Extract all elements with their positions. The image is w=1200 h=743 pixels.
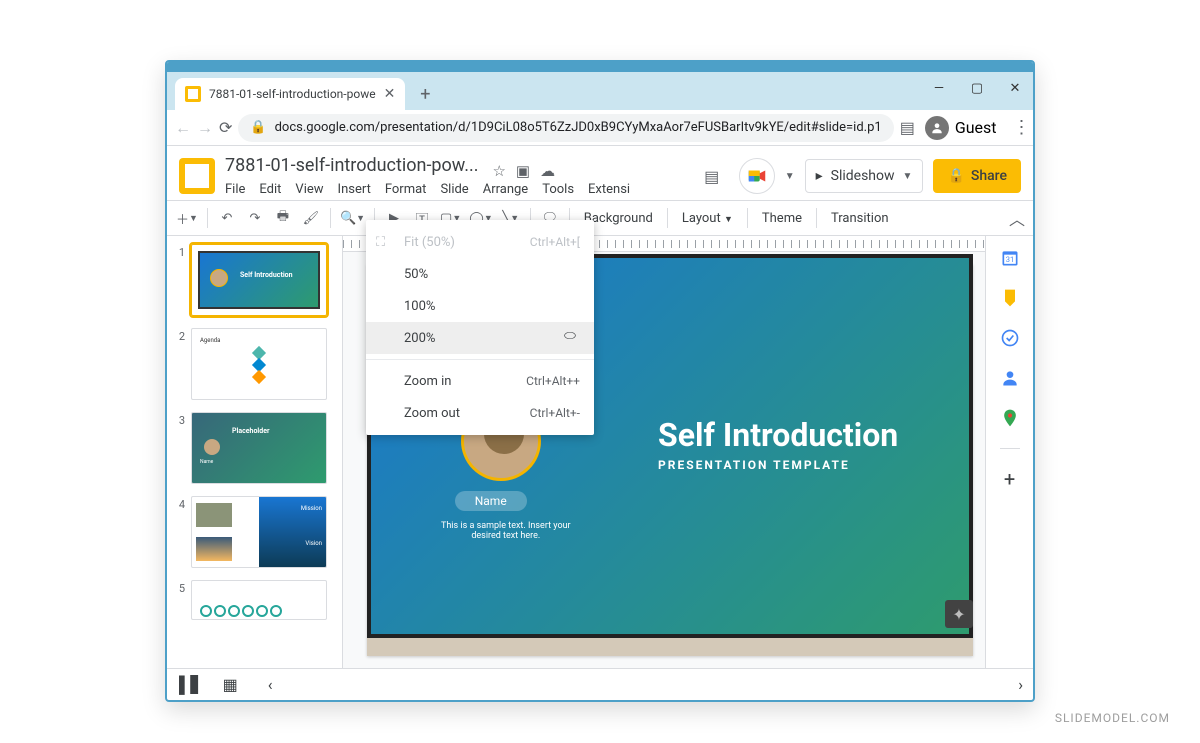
menu-slide[interactable]: Slide [440, 182, 468, 197]
avatar-icon [925, 116, 949, 140]
lock-icon: 🔒 [250, 120, 266, 135]
browser-menu-icon[interactable]: ⋮ [1007, 117, 1035, 138]
theme-button[interactable]: Theme [754, 211, 810, 226]
watermark: SLIDEMODEL.COM [1055, 711, 1170, 725]
menu-insert[interactable]: Insert [338, 182, 371, 197]
menu-bar: File Edit View Insert Format Slide Arran… [225, 182, 685, 197]
slideshow-label: Slideshow [831, 168, 895, 184]
menu-arrange[interactable]: Arrange [483, 182, 528, 197]
new-tab-button[interactable]: + [413, 82, 437, 106]
menu-tools[interactable]: Tools [542, 182, 574, 197]
profile-chip[interactable]: Guest [921, 114, 1001, 142]
svg-text:31: 31 [1005, 255, 1013, 264]
menu-edit[interactable]: Edit [259, 182, 281, 197]
undo-button[interactable]: ↶ [214, 205, 240, 231]
guest-label: Guest [955, 118, 997, 137]
back-button[interactable]: ← [175, 114, 191, 142]
forward-button[interactable]: → [197, 114, 213, 142]
cloud-icon[interactable]: ☁ [540, 162, 555, 180]
omnibox[interactable]: 🔒 docs.google.com/presentation/d/1D9CiL0… [238, 114, 893, 142]
slide-thumb-2[interactable]: Agenda [191, 328, 327, 400]
slide-title: Self Introduction [658, 416, 898, 454]
zoom-200[interactable]: 200% ⬭ [366, 322, 594, 354]
print-button[interactable]: 🖶 [270, 205, 296, 231]
keep-icon[interactable] [1000, 288, 1020, 308]
slides-favicon [185, 86, 201, 102]
comments-icon[interactable]: ▤ [695, 159, 729, 193]
sample-text: This is a sample text. Insert your desir… [431, 521, 581, 541]
slide-thumb-4[interactable]: MissionVision [191, 496, 327, 568]
footer-bar: ▌▋ ▦ ‹ › [167, 668, 1033, 700]
menu-view[interactable]: View [295, 182, 323, 197]
new-slide-button[interactable]: ＋ ▼ [173, 205, 201, 231]
toolbar: ＋ ▼ ↶ ↷ 🖶 🖌 🔍 ▼ ▶ 🅃 ▢ ▼ ◯ ▼ ╲ ▼ 🗨 Backgr… [167, 200, 1033, 236]
reader-icon[interactable]: ▤ [900, 114, 915, 142]
contacts-icon[interactable] [1000, 368, 1020, 388]
app-header: 7881-01-self-introduction-pow... ☆ ▣ ☁ F… [167, 146, 1033, 200]
grid-view-icon[interactable]: ▦ [223, 675, 238, 694]
cursor-icon: ⬭ [564, 328, 576, 344]
maps-icon[interactable] [1000, 408, 1020, 428]
zoom-out[interactable]: Zoom outCtrl+Alt+- [366, 397, 594, 429]
name-label: Name [455, 491, 527, 511]
side-panel: 31 + [985, 236, 1033, 668]
reload-button[interactable]: ⟳ [219, 114, 232, 142]
tasks-icon[interactable] [1000, 328, 1020, 348]
tab-strip: 7881-01-self-introduction-powe ✕ + — ▢ ✕ [167, 72, 1033, 110]
close-button[interactable]: ✕ [1003, 76, 1027, 100]
title-block: 7881-01-self-introduction-pow... ☆ ▣ ☁ F… [225, 155, 685, 198]
doc-title[interactable]: 7881-01-self-introduction-pow... [225, 155, 478, 176]
slides-logo[interactable] [179, 158, 215, 194]
slide-thumb-5[interactable] [191, 580, 327, 620]
transition-button[interactable]: Transition [823, 211, 897, 226]
fit-icon: ⛶ [376, 235, 385, 250]
menu-file[interactable]: File [225, 182, 245, 197]
collapse-panel-icon[interactable]: ‹ [268, 675, 273, 694]
zoom-100[interactable]: 100% [366, 290, 594, 322]
calendar-icon[interactable]: 31 [1000, 248, 1020, 268]
slide-thumb-1[interactable]: Self Introduction [191, 244, 327, 316]
layout-button[interactable]: Layout ▼ [674, 211, 741, 226]
add-addon-icon[interactable]: + [1000, 469, 1020, 489]
explore-button[interactable]: ✦ [945, 600, 973, 628]
slide-thumb-3[interactable]: PlaceholderName [191, 412, 327, 484]
window-titlebar [167, 62, 1033, 72]
menu-extensions[interactable]: Extensi [588, 182, 630, 197]
share-label: Share [971, 168, 1007, 184]
paint-format-button[interactable]: 🖌 [298, 205, 324, 231]
thumbnail-panel: 1Self Introduction 2Agenda 3PlaceholderN… [167, 236, 343, 668]
slide-title-block: Self Introduction PRESENTATION TEMPLATE [658, 416, 898, 472]
redo-button[interactable]: ↷ [242, 205, 268, 231]
play-icon: ▸ [816, 168, 823, 184]
close-icon[interactable]: ✕ [384, 86, 396, 102]
header-right: ▤ ▼ ▸ Slideshow ▼ 🔒 Share [695, 158, 1021, 194]
address-bar: ← → ⟳ 🔒 docs.google.com/presentation/d/1… [167, 110, 1033, 146]
zoom-menu: ⛶ Fit (50%) Ctrl+Alt+[ 50% 100% 200% ⬭ Z… [366, 220, 594, 435]
zoom-button[interactable]: 🔍 ▼ [337, 205, 368, 231]
expand-sidepanel-icon[interactable]: › [1018, 675, 1023, 694]
zoom-50[interactable]: 50% [366, 258, 594, 290]
share-button[interactable]: 🔒 Share [933, 159, 1021, 193]
lock-icon: 🔒 [947, 168, 964, 184]
workspace: 1Self Introduction 2Agenda 3PlaceholderN… [167, 236, 1033, 668]
browser-tab[interactable]: 7881-01-self-introduction-powe ✕ [175, 78, 405, 110]
slide-subtitle: PRESENTATION TEMPLATE [658, 458, 898, 472]
meet-button[interactable] [739, 158, 775, 194]
tab-title: 7881-01-self-introduction-powe [209, 87, 376, 101]
minimize-button[interactable]: — [927, 76, 951, 100]
browser-window: 7881-01-self-introduction-powe ✕ + — ▢ ✕… [165, 60, 1035, 702]
filmstrip-view-icon[interactable]: ▌▋ [179, 675, 203, 695]
window-controls: — ▢ ✕ [927, 76, 1027, 100]
slideshow-button[interactable]: ▸ Slideshow ▼ [805, 159, 924, 193]
maximize-button[interactable]: ▢ [965, 76, 989, 100]
zoom-fit[interactable]: ⛶ Fit (50%) Ctrl+Alt+[ [366, 226, 594, 258]
move-icon[interactable]: ▣ [516, 162, 530, 180]
menu-format[interactable]: Format [385, 182, 427, 197]
star-icon[interactable]: ☆ [492, 162, 505, 180]
collapse-toolbar-icon[interactable]: ︿ [1009, 206, 1025, 230]
url-text: docs.google.com/presentation/d/1D9CiL08o… [275, 120, 882, 135]
zoom-in[interactable]: Zoom inCtrl+Alt++ [366, 365, 594, 397]
